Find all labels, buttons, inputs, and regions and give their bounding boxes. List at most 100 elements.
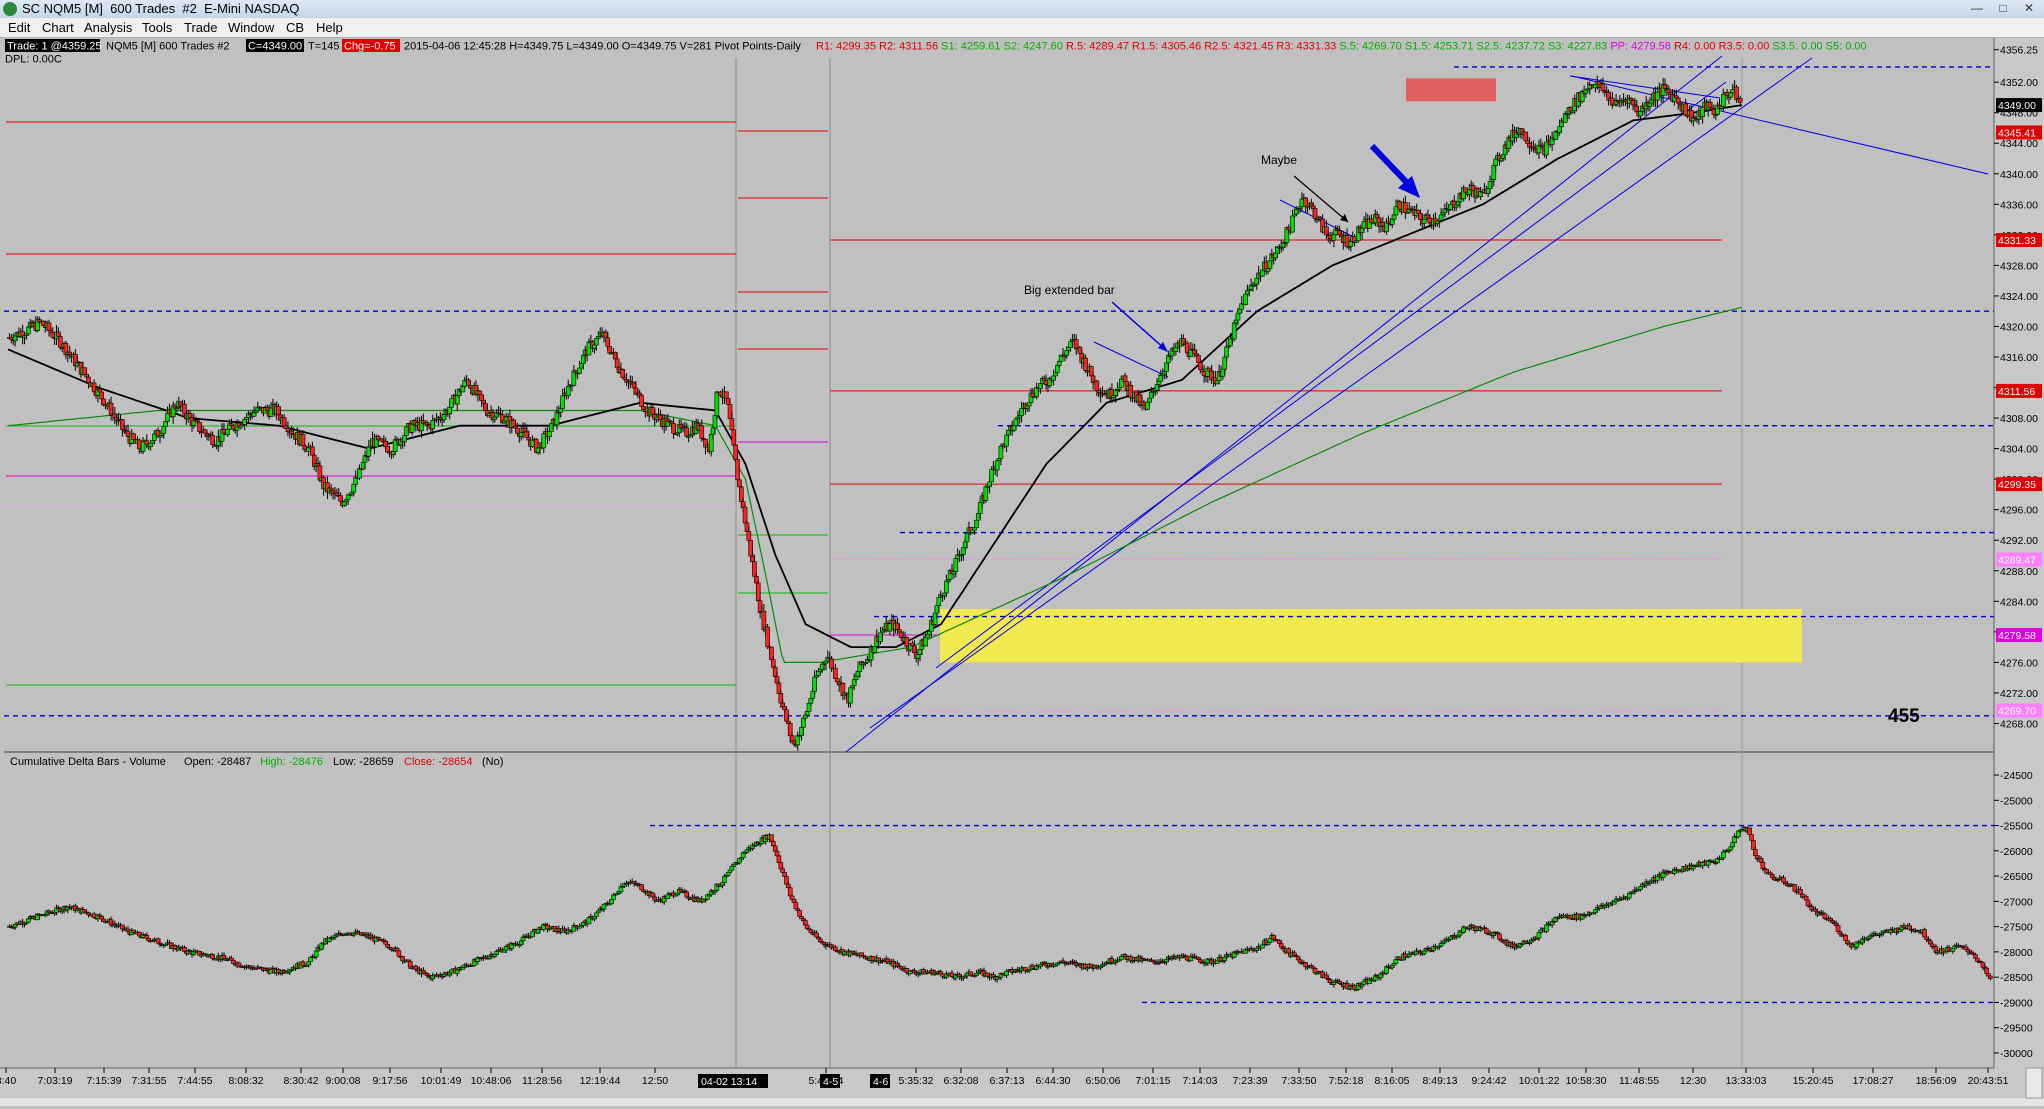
- menu-edit[interactable]: Edit: [4, 19, 34, 36]
- delta-tick-label: -27500: [2000, 922, 2033, 934]
- delta-tick-label: -29000: [2000, 997, 2033, 1009]
- price-tick-label: 4268.00: [2000, 718, 2038, 730]
- header-pivots: R1: 4299.35 R2: 4311.56 S1: 4259.61 S2: …: [816, 41, 1867, 53]
- time-tick-label: 15:20:45: [1793, 1075, 1834, 1087]
- pivot-value: R3.5: 0.00: [1716, 41, 1770, 53]
- delta-candle: [1421, 950, 1427, 955]
- time-tick-label: 9:17:56: [372, 1075, 407, 1087]
- chart-area[interactable]: Maybe Big extended bar 455 Trade: 1 @435…: [0, 38, 2044, 1106]
- delta-tick-label: -25500: [2000, 821, 2033, 833]
- delta-candle: [725, 872, 731, 876]
- price-candle: [477, 390, 483, 396]
- menu-trade[interactable]: Trade: [180, 19, 221, 36]
- price-candle: [742, 506, 748, 524]
- delta-candle: [727, 869, 733, 873]
- delta-close: Close: -28654: [404, 756, 473, 768]
- pivot-value: S3: 4227.83: [1545, 41, 1607, 53]
- price-tick-label: 4284.00: [2000, 596, 2038, 608]
- delta-candle: [394, 947, 400, 952]
- price-candle: [1438, 214, 1444, 221]
- time-tick-label: 7:01:15: [1135, 1075, 1170, 1087]
- header-tick: T=145: [308, 41, 340, 53]
- price-candle: [699, 425, 705, 439]
- delta-low: Low: -28659: [333, 756, 394, 768]
- time-tick-label: 18:56:09: [1916, 1075, 1957, 1087]
- pivot-value: R3: 4331.33: [1273, 41, 1336, 53]
- time-tick-label: 5:35:32: [898, 1075, 933, 1087]
- time-tick-label: 8:30:42: [283, 1075, 318, 1087]
- price-candle: [82, 367, 88, 375]
- time-tick-label: 20:43:51: [1968, 1075, 2009, 1087]
- time-tick-label: 8:16:05: [1374, 1075, 1409, 1087]
- delta-candle: [780, 868, 785, 873]
- time-tick-label: 6:44:30: [1035, 1075, 1070, 1087]
- price-tag-label: 4299.35: [1998, 479, 2036, 491]
- time-tick-label: 7:52:18: [1328, 1075, 1363, 1087]
- time-tick-label: 6:50:06: [1085, 1075, 1120, 1087]
- price-candle: [974, 519, 979, 528]
- price-tick-label: 4308.00: [2000, 413, 2038, 425]
- pivot-value: R1: 4299.35: [816, 41, 876, 53]
- delta-label: Cumulative Delta Bars - Volume: [10, 756, 166, 768]
- horizontal-scrollbar[interactable]: [0, 1098, 2044, 1106]
- time-tick-label: 12:30: [1680, 1075, 1706, 1087]
- pivot-value: R4: 0.00: [1671, 41, 1716, 53]
- menu-chart[interactable]: Chart: [38, 19, 78, 36]
- maximize-button[interactable]: □: [1990, 0, 2016, 16]
- price-candle: [1421, 219, 1427, 224]
- price-candle: [1427, 217, 1433, 224]
- price-candle: [547, 431, 552, 438]
- time-tick-label: 8:08:32: [228, 1075, 263, 1087]
- price-candle: [1201, 371, 1207, 376]
- delta-candle: [974, 972, 979, 976]
- delta-candle: [421, 970, 426, 974]
- date-tag-label: 04-02 13:14: [701, 1076, 757, 1088]
- price-candle: [897, 629, 902, 633]
- delta-candle: [652, 896, 658, 901]
- menu-cb[interactable]: CB: [282, 19, 308, 36]
- delta-candle: [789, 895, 795, 900]
- delta-candle: [1803, 895, 1809, 901]
- date-tag-label: 4-6: [873, 1076, 888, 1088]
- delta-candle: [82, 909, 88, 913]
- menu-window[interactable]: Window: [224, 19, 278, 36]
- time-tick-label: 10:48:06: [471, 1075, 512, 1087]
- pivot-value: S5: 0.00: [1823, 41, 1867, 53]
- delta-candle: [1835, 925, 1841, 932]
- trade-box-text: Trade: 1 @4359.25: [7, 41, 102, 53]
- price-candle: [594, 338, 599, 346]
- header-bar-info: 2015-04-06 12:45:28 H=4349.75 L=4349.00 …: [404, 41, 801, 53]
- delta-flag: (No): [482, 756, 503, 768]
- price-candle: [989, 469, 994, 483]
- delta-candle: [308, 957, 313, 963]
- time-tick-label: 7:15:39: [86, 1075, 121, 1087]
- price-candle: [853, 676, 859, 680]
- chart-svg[interactable]: Maybe Big extended bar 455 Trade: 1 @435…: [0, 38, 2044, 1106]
- menu-help[interactable]: Help: [312, 19, 347, 36]
- minimize-button[interactable]: —: [1964, 0, 1990, 16]
- delta-candle: [1973, 954, 1978, 959]
- price-candle: [1122, 375, 1128, 383]
- scroll-corner[interactable]: [2025, 1067, 2043, 1099]
- price-candle: [1361, 221, 1367, 229]
- time-tick-label: 12:50: [642, 1075, 668, 1087]
- date-tag-label: 4-5: [823, 1076, 838, 1088]
- price-tag-label: 4331.33: [1998, 235, 2036, 247]
- price-candle: [1721, 93, 1726, 107]
- delta-tick-label: -25000: [2000, 795, 2033, 807]
- delta-pane[interactable]: [4, 752, 1994, 1052]
- price-tick-label: 4344.00: [2000, 138, 2038, 150]
- time-tick-label: 8:49:13: [1422, 1075, 1457, 1087]
- delta-candle: [938, 971, 944, 975]
- close-button[interactable]: ✕: [2016, 0, 2042, 16]
- menu-tools[interactable]: Tools: [138, 19, 176, 36]
- price-tick-label: 4328.00: [2000, 260, 2038, 272]
- time-tick-label: 13:33:03: [1726, 1075, 1767, 1087]
- price-candle: [560, 395, 565, 409]
- delta-candle: [1438, 943, 1444, 947]
- price-candle: [1224, 346, 1229, 358]
- menu-analysis[interactable]: Analysis: [80, 19, 136, 36]
- price-candle: [729, 418, 735, 431]
- delta-tick-label: -29500: [2000, 1023, 2033, 1035]
- delta-candle: [99, 915, 104, 920]
